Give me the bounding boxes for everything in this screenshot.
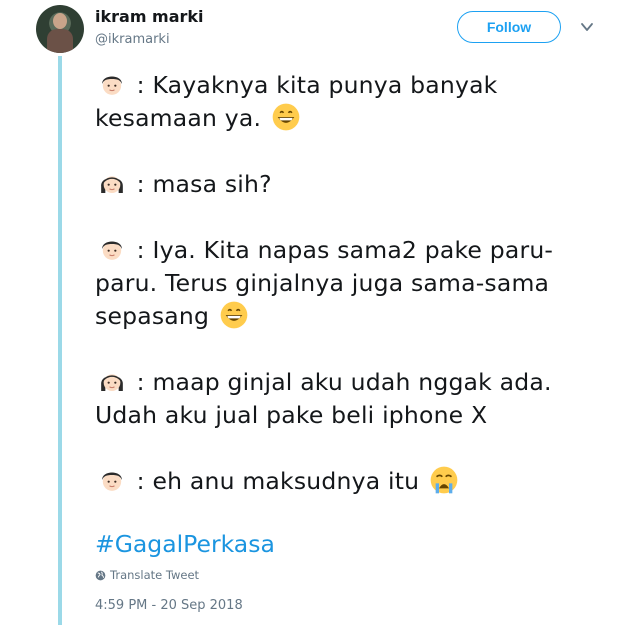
tweet-line: : maap ginjal aku udah nggak ada. [95, 366, 615, 399]
display-name[interactable]: ikram marki [95, 7, 204, 26]
thread-line [58, 56, 62, 625]
tweet-line-text: : Iya. Kita napas sama2 pake paru- [136, 236, 554, 264]
tweet-line-text: : masa sih? [136, 170, 272, 198]
boy-emoji-icon [95, 69, 129, 99]
avatar[interactable] [36, 5, 84, 53]
boy-emoji-icon [95, 234, 129, 264]
tweet-line-text: : eh anu maksudnya itu [136, 467, 420, 495]
loudly-crying-face-emoji-icon [427, 465, 461, 495]
hashtag-link[interactable]: #GagalPerkasa [95, 530, 275, 558]
chevron-down-icon[interactable] [580, 20, 594, 34]
tweet-line: : Kayaknya kita punya banyak [95, 69, 615, 102]
tweet-line-text: sepasang [95, 302, 210, 330]
grinning-face-emoji-icon [217, 300, 251, 330]
tweet-line-text: kesamaan ya. [95, 104, 262, 132]
tweet-line: kesamaan ya. [95, 102, 615, 135]
tweet-line-text: Udah aku jual pake beli iphone X [95, 401, 488, 429]
tweet-line-text: : Kayaknya kita punya banyak [136, 71, 498, 99]
tweet-line: : Iya. Kita napas sama2 pake paru- [95, 234, 615, 267]
girl-emoji-icon [95, 168, 129, 198]
globe-icon [95, 570, 106, 580]
tweet-line-text: : maap ginjal aku udah nggak ada. [136, 368, 552, 396]
tweet-line: Udah aku jual pake beli iphone X [95, 399, 615, 432]
tweet-line: sepasang [95, 300, 615, 333]
translate-tweet-label: Translate Tweet [110, 568, 200, 582]
boy-emoji-icon [95, 465, 129, 495]
grinning-face-emoji-icon [269, 102, 303, 132]
avatar-body [47, 29, 73, 53]
tweet-line: : masa sih? [95, 168, 615, 201]
tweet-line: paru. Terus ginjalnya juga sama-sama [95, 267, 615, 300]
follow-button[interactable]: Follow [457, 11, 561, 43]
tweet-timestamp[interactable]: 4:59 PM - 20 Sep 2018 [95, 598, 243, 613]
tweet-text: : Kayaknya kita punya banyak kesamaan ya… [95, 69, 615, 498]
tweet-line: : eh anu maksudnya itu [95, 465, 615, 498]
user-handle[interactable]: @ikramarki [95, 32, 170, 47]
girl-emoji-icon [95, 366, 129, 396]
tweet-line-text: paru. Terus ginjalnya juga sama-sama [95, 269, 550, 297]
avatar-head [53, 13, 67, 29]
translate-tweet-link[interactable]: Translate Tweet [95, 568, 199, 582]
